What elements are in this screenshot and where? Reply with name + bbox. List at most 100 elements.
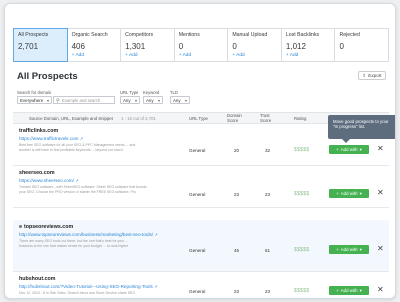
header-rating[interactable]: Rating	[294, 116, 306, 121]
keyword-value: Any	[146, 97, 154, 103]
plus-icon: +	[336, 191, 339, 196]
plus-icon: +	[336, 247, 339, 252]
tooltip-arrow	[342, 139, 350, 143]
row-domain: hubshout.com	[19, 276, 56, 282]
tab-add-link[interactable]: + Add	[125, 53, 170, 58]
tab-add-link[interactable]: + Add	[72, 53, 117, 58]
page-title: All Prospects	[17, 71, 78, 82]
row-trust-score: 23	[265, 192, 271, 197]
tld-value: Any	[173, 97, 181, 103]
table-row: hubshout.com http://hubshout.com/?Video-…	[13, 272, 389, 298]
export-button[interactable]: ⇪ Export	[358, 71, 386, 80]
row-snippet: Dec 12, 2015 - 8 In Site Video, Search I…	[19, 291, 155, 296]
row-trust-score: 51	[265, 248, 271, 253]
external-link-icon: ↗	[79, 136, 84, 141]
row-url-text: https://www.traffictravels.com	[19, 136, 79, 141]
tab-add-link[interactable]: + Add	[286, 53, 331, 58]
row-domain-score: 23	[234, 289, 240, 294]
tab-rejected[interactable]: Rejected 0	[335, 29, 388, 61]
chevron-down-icon: ▾	[46, 97, 49, 103]
tab-label: Lost Backlinks	[285, 32, 320, 38]
row-domain-text: topseoreviews.com	[24, 224, 74, 230]
tab-add-link[interactable]: + Add	[179, 53, 224, 58]
tab-count: 0	[178, 42, 184, 51]
export-label: Export	[368, 73, 382, 78]
row-url[interactable]: http://hubshout.com/?Video-Tutorial---Us…	[19, 284, 158, 289]
app-window: All Prospects 2,701 Organic Search 406 +…	[4, 3, 396, 299]
external-link-icon: ↗	[154, 284, 158, 289]
rating-stars[interactable]: $$$$$	[294, 191, 309, 197]
close-icon[interactable]: ✕	[377, 244, 384, 253]
tooltip-text: Move good prospects to your "In progress…	[333, 119, 389, 130]
row-url[interactable]: https://www.traffictravels.com ↗	[19, 136, 83, 141]
tooltip: Move good prospects to your "In progress…	[328, 115, 395, 143]
tab-label: Manual Upload	[232, 32, 268, 38]
add-with-button[interactable]: + Add with ▾	[329, 145, 369, 154]
row-domain: sheerseo.com	[19, 170, 55, 176]
snippet-line: Best free SEO software for all your SEO …	[19, 143, 136, 147]
row-domain-score: 45	[234, 248, 240, 253]
search-input[interactable]: ⚲ Example and search	[53, 96, 115, 104]
row-url[interactable]: https://www.sheerseo.com/ ↗	[19, 178, 79, 183]
tab-label: Competitors	[125, 32, 154, 38]
row-url-type: General	[189, 192, 206, 197]
header-count: 1 - 10 out of 2,701	[121, 116, 156, 121]
search-scope-select[interactable]: Everywhere ▾	[17, 96, 52, 104]
tab-label: All Prospects	[18, 32, 49, 38]
plus-icon: +	[336, 288, 339, 293]
tld-select[interactable]: Any ▾	[170, 96, 190, 104]
rating-stars[interactable]: $$$$$	[294, 247, 309, 253]
add-with-label: Add with	[340, 247, 358, 252]
row-url-type: General	[189, 248, 206, 253]
rating-stars[interactable]: $$$$$	[294, 288, 309, 294]
add-with-label: Add with	[340, 288, 358, 293]
chevron-down-icon: ▾	[359, 246, 362, 252]
rating-stars[interactable]: $$$$$	[294, 147, 309, 153]
chevron-down-icon: ▾	[184, 97, 187, 103]
add-with-button[interactable]: + Add with ▾	[329, 245, 369, 254]
add-with-button[interactable]: + Add with ▾	[329, 189, 369, 198]
tab-all-prospects[interactable]: All Prospects 2,701	[13, 28, 68, 62]
row-domain: topseoreviews.com	[19, 224, 73, 230]
snippet-line: business is the one that makes sense for…	[19, 243, 129, 248]
add-with-button[interactable]: + Add with ▾	[329, 286, 369, 295]
tab-label: Organic Search	[71, 32, 108, 38]
header-url-type[interactable]: URL Type	[189, 116, 208, 121]
external-link-icon: ↗	[154, 232, 158, 237]
close-icon[interactable]: ✕	[377, 188, 384, 197]
url-type-select[interactable]: Any ▾	[120, 96, 140, 104]
header-domain-score[interactable]: Domain Score	[227, 113, 245, 123]
close-icon[interactable]: ✕	[377, 144, 384, 153]
tab-label: Mentions	[178, 32, 200, 38]
table-row: topseoreviews.com http://www.topseorevie…	[13, 220, 389, 272]
tab-label: Rejected	[339, 32, 360, 38]
tab-count: 0	[339, 42, 344, 51]
url-type-label: URL Type	[120, 90, 139, 95]
add-with-label: Add with	[340, 191, 358, 196]
search-icon: ⚲	[56, 98, 60, 104]
tld-label: TLD	[170, 90, 178, 95]
favicon-icon	[19, 225, 22, 229]
row-url[interactable]: http://www.topseoreviews.com/business/ma…	[19, 232, 158, 237]
row-domain: trafficlinks.com	[19, 128, 59, 134]
row-trust-score: 23	[265, 289, 271, 294]
tab-organic-search[interactable]: Organic Search 406 + Add	[68, 29, 122, 61]
chevron-down-icon: ▾	[359, 287, 362, 293]
tab-competitors[interactable]: Competitors 1,301 + Add	[121, 29, 175, 61]
tab-mentions[interactable]: Mentions 0 + Add	[175, 29, 229, 61]
table-row: sheerseo.com https://www.sheerseo.com/ ↗…	[13, 166, 389, 208]
header-trust-score[interactable]: Trust Score	[260, 113, 276, 123]
export-icon: ⇪	[362, 72, 367, 78]
row-url-text: https://www.sheerseo.com/	[19, 178, 74, 183]
close-icon[interactable]: ✕	[377, 285, 384, 294]
tab-lost-backlinks[interactable]: Lost Backlinks 1,012 + Add	[282, 29, 336, 61]
row-domain-score: 23	[234, 192, 240, 197]
add-with-label: Add with	[340, 147, 358, 152]
tab-manual-upload[interactable]: Manual Upload 0 + Add	[228, 29, 282, 61]
chevron-down-icon: ▾	[134, 97, 137, 103]
tab-add-link[interactable]: + Add	[232, 53, 277, 58]
search-label: Search for domain	[17, 90, 52, 95]
keyword-select[interactable]: Any ▾	[143, 96, 163, 104]
row-trust-score: 32	[265, 148, 271, 153]
header-source: Source Domain, URL, Example and Snippet	[29, 116, 113, 121]
